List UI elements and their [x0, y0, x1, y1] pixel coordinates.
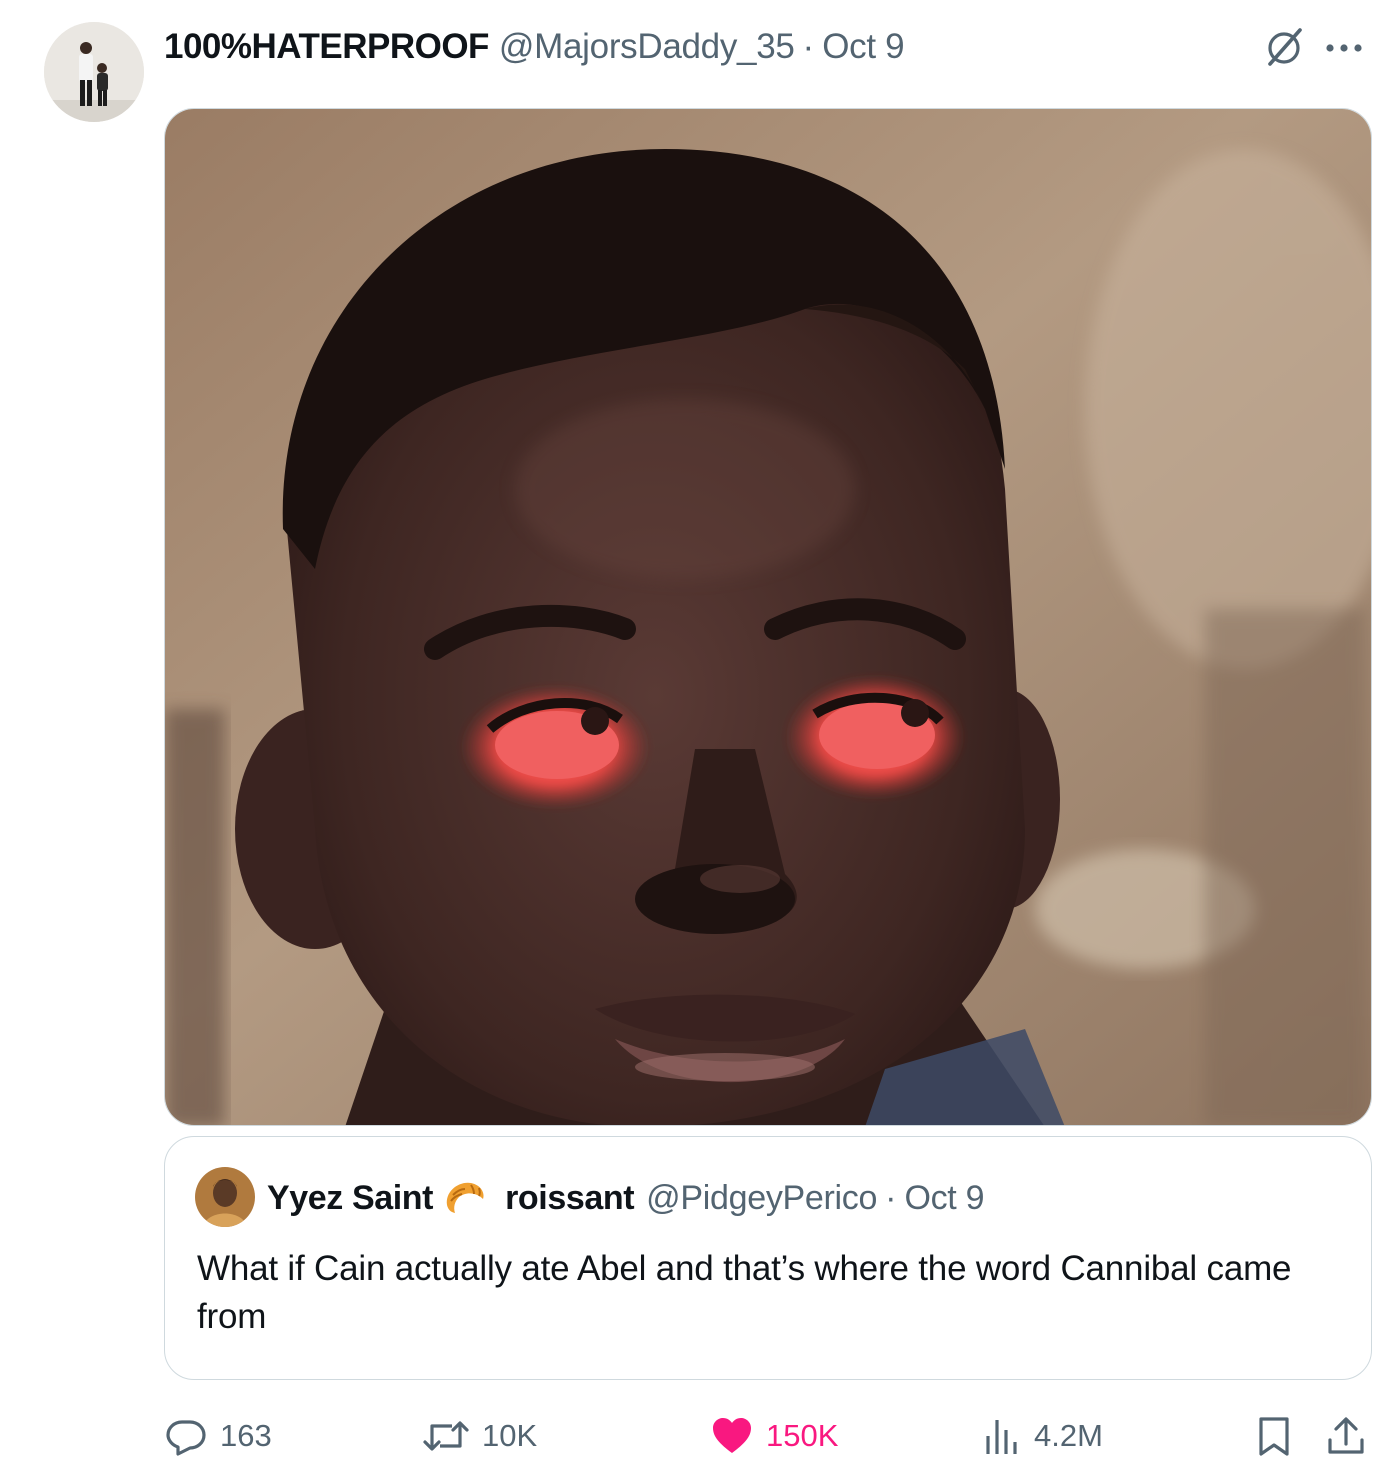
bookmark-icon — [1259, 1417, 1289, 1456]
author-avatar[interactable] — [44, 22, 144, 122]
quoted-author-handle[interactable]: @PidgeyPerico — [646, 1179, 877, 1218]
quoted-tweet-date[interactable]: Oct 9 — [904, 1179, 984, 1218]
tweet-media-image[interactable] — [164, 108, 1372, 1126]
author-name[interactable]: 100%HATERPROOF — [164, 27, 489, 67]
views-icon — [986, 1420, 1017, 1454]
views-button[interactable]: 4.2M — [982, 1410, 1103, 1462]
more-options-icon[interactable] — [1322, 30, 1366, 66]
quoted-author-name[interactable]: Yyez Saint — [267, 1179, 433, 1218]
author-handle[interactable]: @MajorsDaddy_35 — [499, 27, 795, 67]
tweet-action-bar: 163 10K 150K 4.2M — [164, 1410, 1372, 1462]
quoted-author-avatar[interactable] — [195, 1167, 255, 1227]
reply-count: 163 — [220, 1418, 272, 1453]
grok-icon[interactable] — [1262, 26, 1306, 70]
repost-button[interactable]: 10K — [422, 1410, 537, 1462]
tweet: 100%HATERPROOF @MajorsDaddy_35 · Oct 9 Y… — [0, 0, 1400, 1478]
separator-dot: · — [802, 27, 815, 66]
croissant-emoji-icon — [441, 1175, 487, 1221]
repost-count: 10K — [482, 1418, 538, 1453]
tweet-date[interactable]: Oct 9 — [822, 27, 904, 67]
share-button[interactable] — [1324, 1410, 1368, 1462]
heart-filled-icon — [713, 1418, 751, 1453]
quoted-header: Yyez Saint roissant @PidgeyPerico · Oct … — [267, 1173, 984, 1223]
quoted-tweet[interactable]: Yyez Saint roissant @PidgeyPerico · Oct … — [164, 1136, 1372, 1380]
tweet-header: 100%HATERPROOF @MajorsDaddy_35 · Oct 9 — [164, 24, 905, 70]
views-count: 4.2M — [1034, 1418, 1103, 1453]
like-button[interactable]: 150K — [710, 1410, 838, 1462]
repost-icon — [423, 1421, 469, 1451]
bookmark-button[interactable] — [1252, 1410, 1296, 1462]
share-icon — [1328, 1417, 1364, 1454]
quoted-author-name-suffix[interactable]: roissant — [505, 1179, 634, 1218]
quoted-tweet-text: What if Cain actually ate Abel and that’… — [197, 1249, 1292, 1336]
reply-button[interactable]: 163 — [164, 1410, 272, 1462]
quoted-separator-dot: · — [885, 1178, 897, 1217]
reply-icon — [166, 1420, 206, 1456]
like-count: 150K — [766, 1418, 839, 1453]
